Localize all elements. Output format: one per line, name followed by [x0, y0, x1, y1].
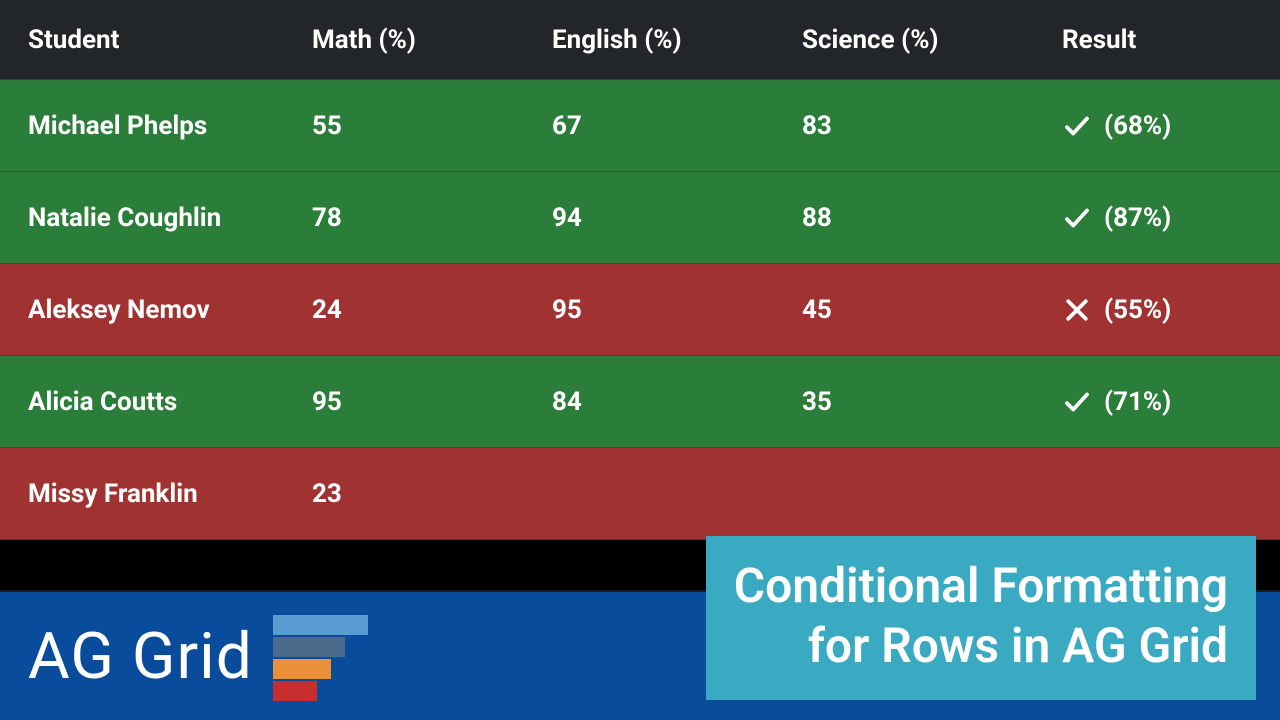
table-row[interactable]: Michael Phelps556783 (68%)	[0, 80, 1280, 172]
cell-math: 55	[312, 111, 552, 141]
cell-student: Alicia Coutts	[28, 387, 312, 417]
table-row[interactable]: Missy Franklin23	[0, 448, 1280, 540]
grid-header-row: Student Math (%) English (%) Science (%)…	[0, 0, 1280, 80]
logo-mark-icon	[273, 611, 383, 701]
data-grid: Student Math (%) English (%) Science (%)…	[0, 0, 1280, 540]
result-percent: (87%)	[1104, 203, 1171, 233]
column-header-english[interactable]: English (%)	[552, 25, 802, 55]
cell-math: 95	[312, 387, 552, 417]
table-row[interactable]: Natalie Coughlin789488 (87%)	[0, 172, 1280, 264]
check-icon	[1062, 111, 1092, 141]
cell-student: Natalie Coughlin	[28, 203, 312, 233]
check-icon	[1062, 203, 1092, 233]
cell-science: 83	[802, 111, 1062, 141]
cell-student: Missy Franklin	[28, 479, 312, 509]
logo-text: AG Grid	[28, 619, 253, 694]
cell-math: 78	[312, 203, 552, 233]
title-line-1: Conditional Formatting	[734, 556, 1228, 616]
title-card: Conditional Formatting for Rows in AG Gr…	[706, 536, 1256, 700]
cell-result: (71%)	[1062, 387, 1252, 417]
table-row[interactable]: Aleksey Nemov249545 (55%)	[0, 264, 1280, 356]
cell-math: 23	[312, 479, 552, 509]
cell-english: 84	[552, 387, 802, 417]
table-row[interactable]: Alicia Coutts958435 (71%)	[0, 356, 1280, 448]
result-percent: (71%)	[1104, 387, 1171, 417]
ag-grid-logo: AG Grid	[28, 611, 383, 701]
cell-english: 95	[552, 295, 802, 325]
column-header-math[interactable]: Math (%)	[312, 25, 552, 55]
cell-science: 35	[802, 387, 1062, 417]
cell-student: Aleksey Nemov	[28, 295, 312, 325]
cell-result: (68%)	[1062, 111, 1252, 141]
cross-icon	[1062, 295, 1092, 325]
cell-english: 94	[552, 203, 802, 233]
cell-student: Michael Phelps	[28, 111, 312, 141]
cell-english: 67	[552, 111, 802, 141]
cell-science: 45	[802, 295, 1062, 325]
result-percent: (68%)	[1104, 111, 1171, 141]
cell-result: (55%)	[1062, 295, 1252, 325]
cell-science: 88	[802, 203, 1062, 233]
cell-math: 24	[312, 295, 552, 325]
column-header-result[interactable]: Result	[1062, 25, 1252, 55]
column-header-student[interactable]: Student	[28, 25, 312, 55]
result-percent: (55%)	[1104, 295, 1171, 325]
cell-result: (87%)	[1062, 203, 1252, 233]
title-line-2: for Rows in AG Grid	[734, 616, 1228, 676]
check-icon	[1062, 387, 1092, 417]
column-header-science[interactable]: Science (%)	[802, 25, 1062, 55]
